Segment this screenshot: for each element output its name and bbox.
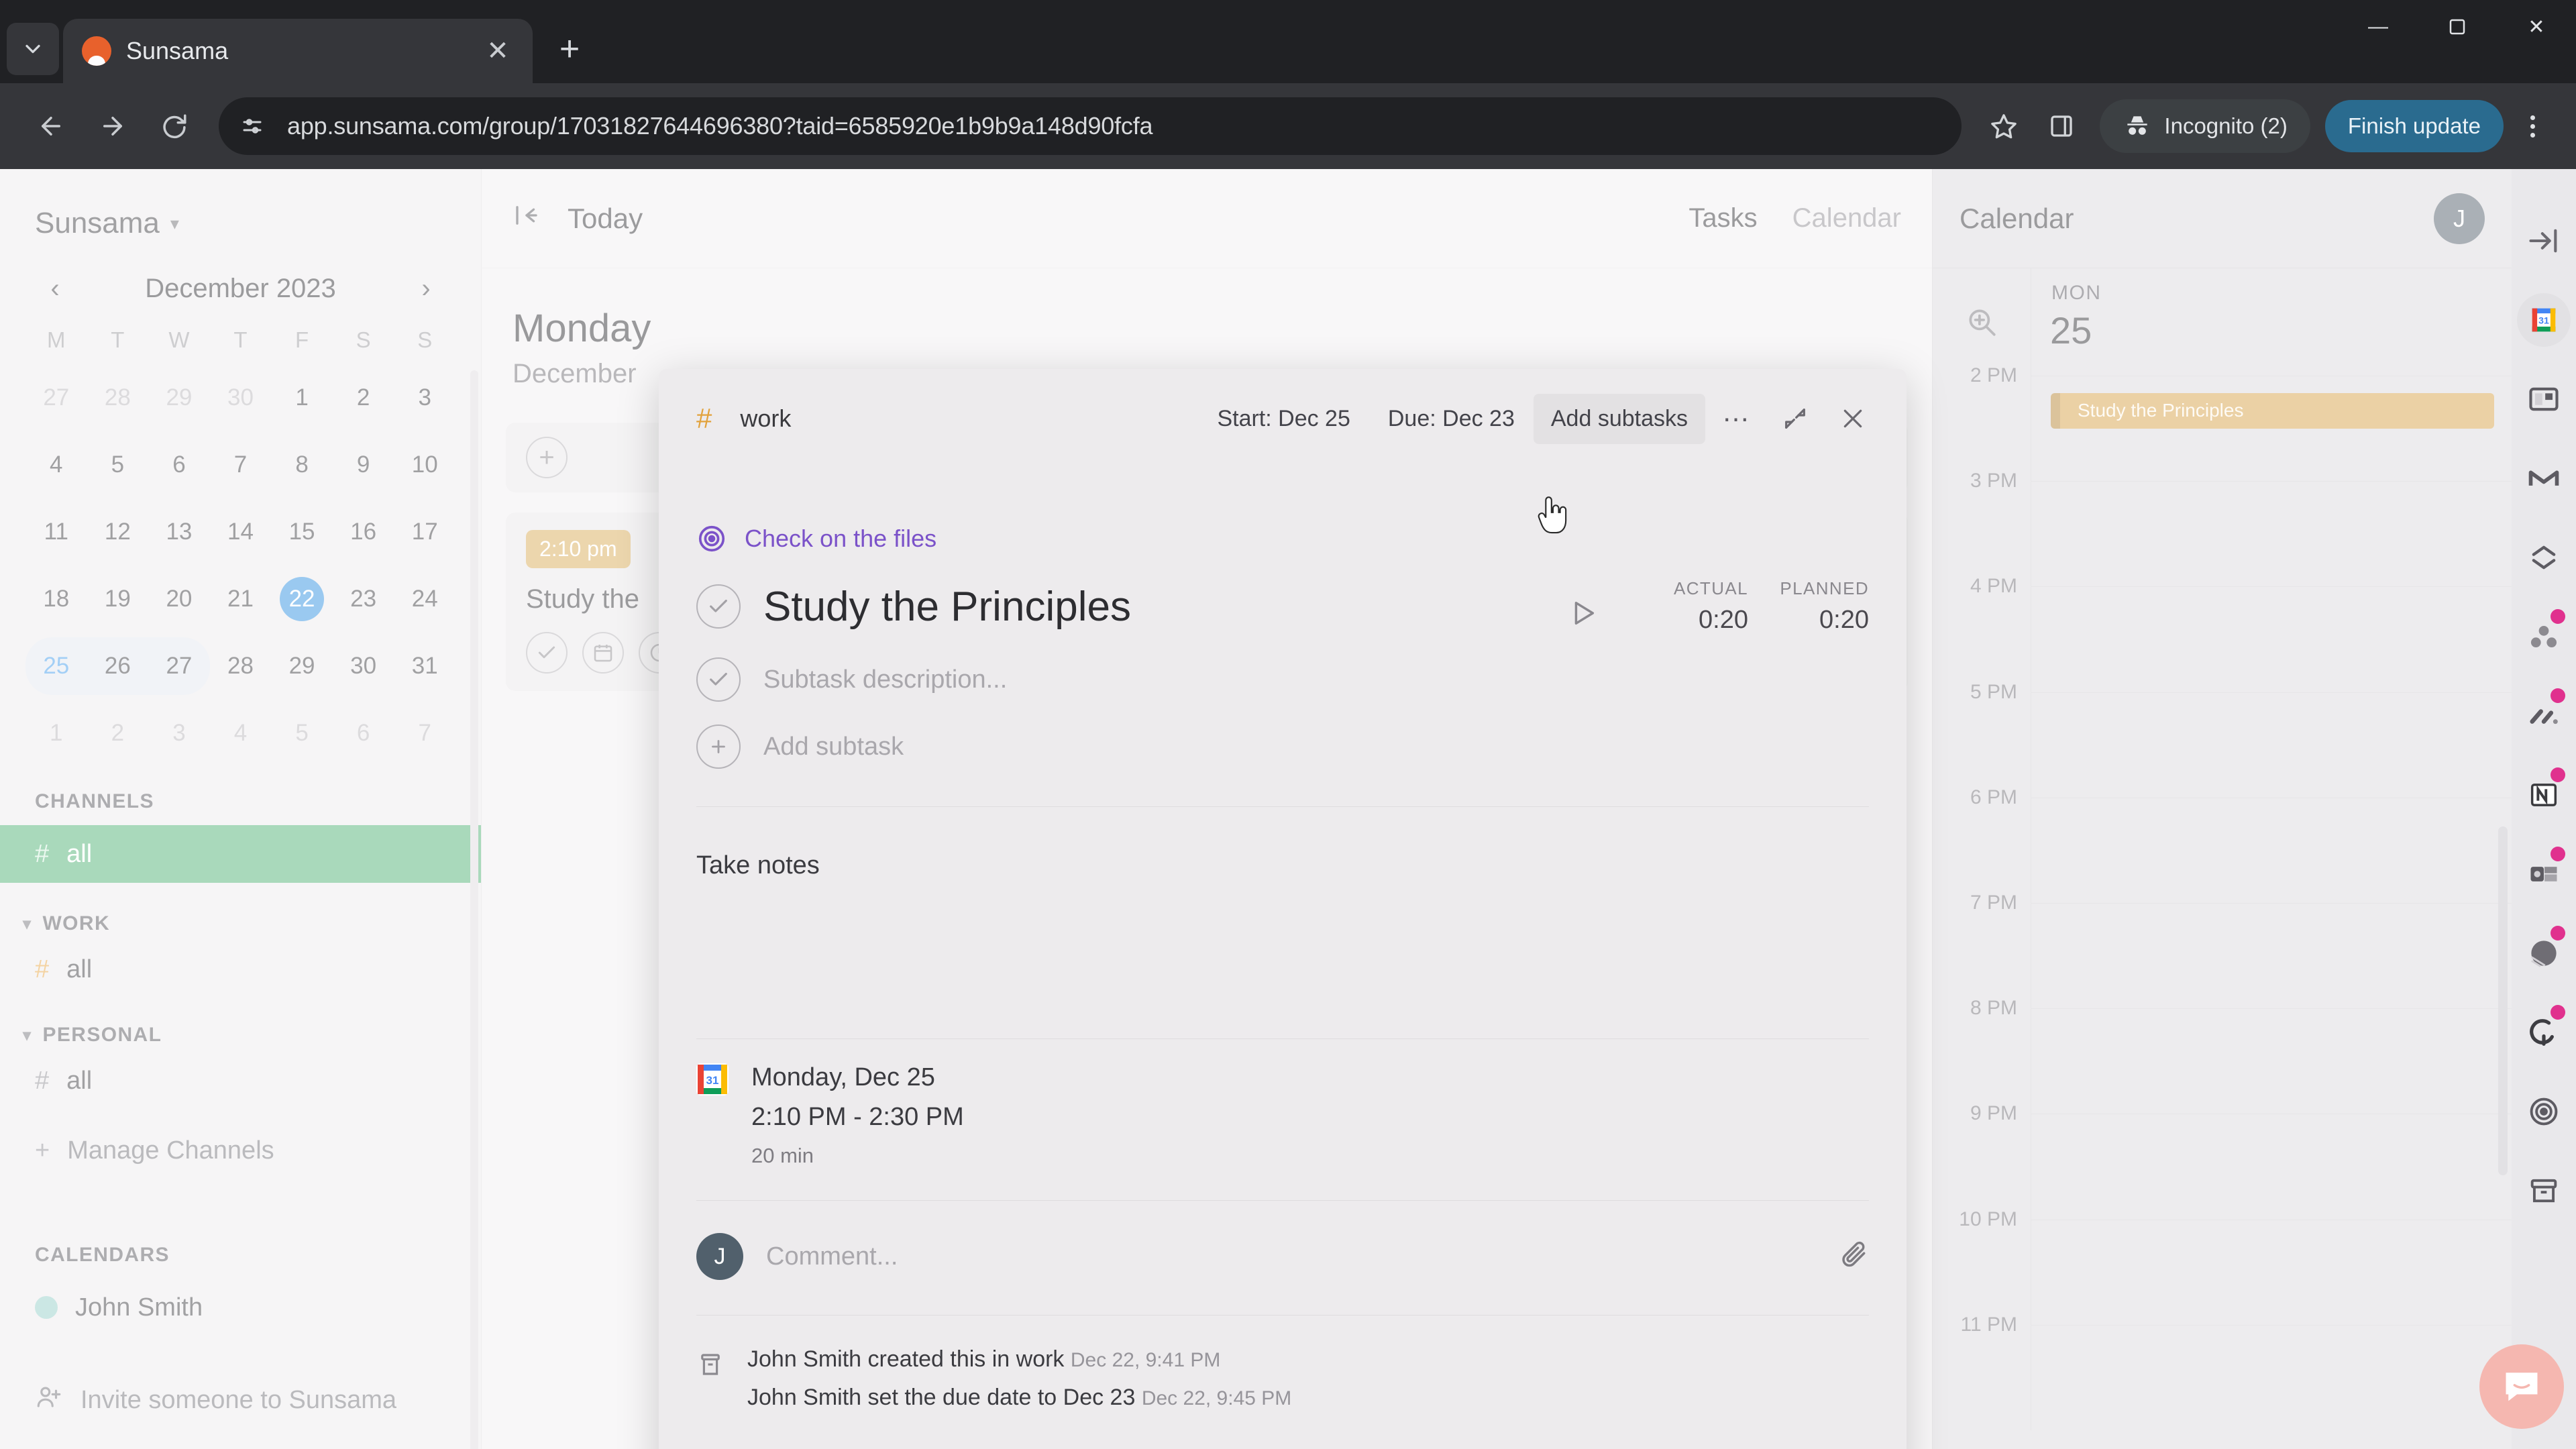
tab-strip: Sunsama ✕ + — ✕ xyxy=(0,0,2576,83)
activity-log: John Smith created this in work Dec 22, … xyxy=(696,1346,1869,1423)
schedule-details: Monday, Dec 25 2:10 PM - 2:30 PM 20 min xyxy=(751,1063,964,1168)
plus-icon[interactable] xyxy=(696,724,741,769)
start-timer-icon[interactable] xyxy=(1567,598,1598,632)
mouse-cursor xyxy=(1535,496,1570,538)
actual-label: ACTUAL xyxy=(1674,578,1748,598)
planned-value: 0:20 xyxy=(1819,606,1869,634)
tab-title: Sunsama xyxy=(126,37,229,64)
objective-target-icon xyxy=(696,523,727,554)
site-settings-icon[interactable] xyxy=(232,106,272,146)
activity-entry: John Smith set the due date to Dec 23 De… xyxy=(747,1385,1291,1411)
activity-text: John Smith created this in work xyxy=(747,1346,1065,1372)
more-options-icon[interactable]: … xyxy=(1712,393,1763,444)
side-panel-icon[interactable] xyxy=(2035,100,2088,152)
notification-dot xyxy=(2551,688,2565,703)
add-subtask-label: Add subtask xyxy=(763,732,904,761)
modal-body: Check on the files Study the Principles … xyxy=(659,468,1907,1449)
history-icon xyxy=(696,1350,724,1423)
avatar: J xyxy=(696,1233,743,1280)
reload-icon[interactable] xyxy=(146,98,203,154)
planned-stat: PLANNED 0:20 xyxy=(1748,578,1869,635)
task-title[interactable]: Study the Principles xyxy=(763,583,1131,631)
schedule-duration: 20 min xyxy=(751,1144,814,1167)
forward-icon[interactable] xyxy=(85,98,141,154)
minimize-button[interactable]: — xyxy=(2339,0,2418,54)
maximize-button[interactable] xyxy=(2418,0,2497,54)
browser-window: Sunsama ✕ + — ✕ app.sunsama.com/group/17… xyxy=(0,0,2576,1449)
sunsama-favicon xyxy=(82,36,111,66)
finish-update-button[interactable]: Finish update xyxy=(2324,100,2504,152)
address-bar[interactable]: app.sunsama.com/group/17031827644696380?… xyxy=(219,97,1962,155)
modal-channel-label[interactable]: work xyxy=(740,405,791,433)
task-detail-modal: # work Start: Dec 25 Due: Dec 23 Add sub… xyxy=(659,369,1907,1449)
notes-spacer xyxy=(696,880,1869,1001)
activity-time: Dec 22, 9:45 PM xyxy=(1141,1387,1292,1409)
notification-dot xyxy=(2551,1005,2565,1020)
complete-task-checkbox[interactable] xyxy=(696,584,741,629)
close-window-button[interactable]: ✕ xyxy=(2497,0,2576,54)
divider xyxy=(696,1200,1869,1201)
notification-dot xyxy=(2551,767,2565,782)
close-modal-icon[interactable] xyxy=(1827,393,1878,444)
notes-text[interactable]: Take notes xyxy=(696,851,1869,880)
hash-icon: # xyxy=(696,402,712,434)
notification-dot xyxy=(2551,847,2565,861)
notification-dot xyxy=(2551,926,2565,941)
divider xyxy=(696,1315,1869,1316)
actual-stat: ACTUAL 0:20 xyxy=(1627,578,1748,635)
schedule-block[interactable]: 31 Monday, Dec 25 2:10 PM - 2:30 PM 20 m… xyxy=(696,1063,1869,1168)
activity-text: John Smith set the due date to Dec 23 xyxy=(747,1385,1136,1410)
objective-row[interactable]: Check on the files xyxy=(696,523,1869,554)
objective-label: Check on the files xyxy=(745,525,937,552)
schedule-time: 2:10 PM - 2:30 PM xyxy=(751,1103,964,1131)
browser-toolbar: app.sunsama.com/group/17031827644696380?… xyxy=(0,83,2576,169)
tab-search-button[interactable] xyxy=(7,23,59,75)
bookmark-star-icon[interactable] xyxy=(1978,100,2030,152)
planned-label: PLANNED xyxy=(1780,578,1869,598)
app-viewport: Sunsama ▾ ‹ December 2023 › MTWTFSS27282… xyxy=(0,169,2576,1449)
actual-value: 0:20 xyxy=(1699,606,1748,634)
window-controls: — ✕ xyxy=(2339,0,2576,83)
back-icon[interactable] xyxy=(23,98,79,154)
modal-header-actions: Start: Dec 25 Due: Dec 23 Add subtasks … xyxy=(1198,393,1878,444)
incognito-label: Incognito (2) xyxy=(2164,113,2288,138)
divider xyxy=(696,1038,1869,1039)
add-subtasks-button[interactable]: Add subtasks xyxy=(1533,393,1705,444)
schedule-date: Monday, Dec 25 xyxy=(751,1063,935,1091)
browser-tab[interactable]: Sunsama ✕ xyxy=(63,19,533,83)
activity-time: Dec 22, 9:41 PM xyxy=(1070,1349,1221,1371)
expand-icon[interactable] xyxy=(1770,393,1821,444)
browser-menu-icon[interactable] xyxy=(2512,99,2553,153)
add-subtask-row[interactable]: Add subtask xyxy=(696,724,1869,769)
due-date-button[interactable]: Due: Dec 23 xyxy=(1369,406,1534,432)
url-text: app.sunsama.com/group/17031827644696380?… xyxy=(287,112,1153,140)
new-tab-button[interactable]: + xyxy=(545,24,594,74)
svg-text:31: 31 xyxy=(2538,315,2549,325)
divider xyxy=(696,806,1869,807)
close-tab-icon[interactable]: ✕ xyxy=(482,35,514,67)
subtask-input[interactable]: Subtask description... xyxy=(763,665,1007,694)
google-calendar-icon: 31 xyxy=(696,1063,729,1095)
modal-header: # work Start: Dec 25 Due: Dec 23 Add sub… xyxy=(659,369,1907,468)
incognito-indicator[interactable]: Incognito (2) xyxy=(2100,99,2310,153)
activity-entry: John Smith created this in work Dec 22, … xyxy=(747,1346,1291,1373)
task-title-row: Study the Principles ACTUAL 0:20 PLANNED… xyxy=(696,578,1869,635)
comment-row[interactable]: J Comment... xyxy=(696,1233,1869,1280)
start-date-button[interactable]: Start: Dec 25 xyxy=(1198,406,1368,432)
subtask-checkbox[interactable] xyxy=(696,657,741,702)
attachment-icon[interactable] xyxy=(1839,1240,1869,1273)
notification-dot xyxy=(2551,609,2565,624)
subtask-row[interactable]: Subtask description... xyxy=(696,657,1869,702)
svg-text:31: 31 xyxy=(706,1074,719,1087)
task-timing: ACTUAL 0:20 PLANNED 0:20 xyxy=(1567,578,1869,635)
comment-input[interactable]: Comment... xyxy=(766,1242,898,1271)
activity-entries: John Smith created this in work Dec 22, … xyxy=(747,1346,1291,1423)
